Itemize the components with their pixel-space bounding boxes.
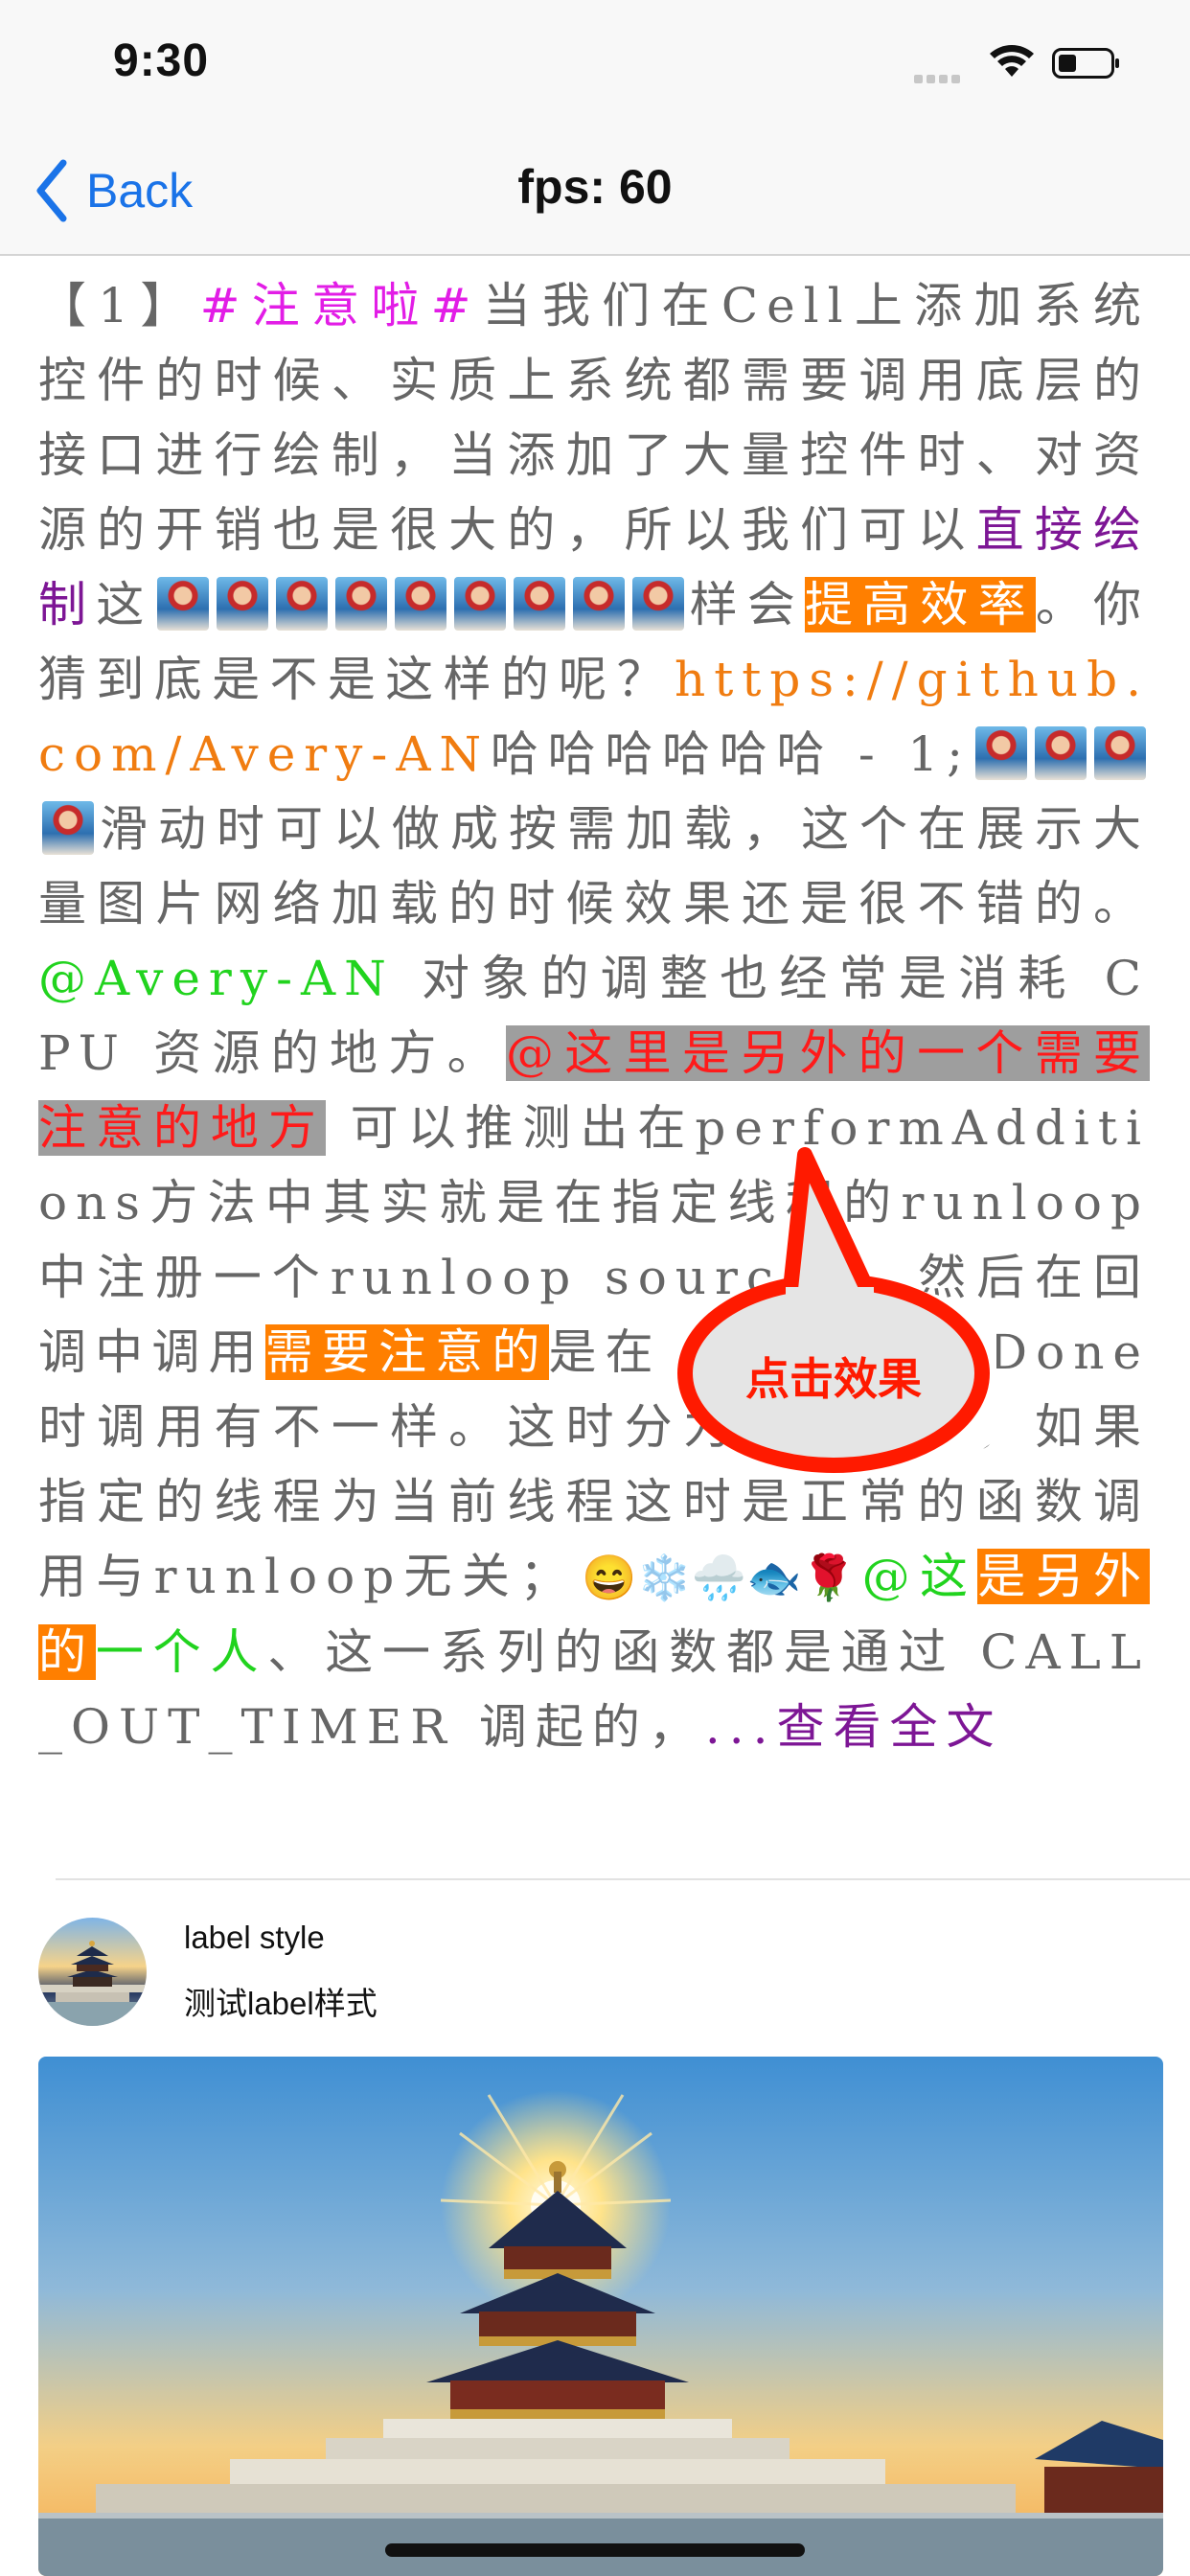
text-segment: 【1】 — [38, 278, 200, 334]
mention-link[interactable]: @这 — [862, 1549, 978, 1604]
custom-emoji-icon — [395, 577, 447, 631]
custom-emoji-icon — [157, 577, 210, 631]
status-bar: 9:30 — [0, 0, 1190, 134]
text-segment: 滑动时可以做成按需加载，这个在展示大量图片网络加载的时候效果还是很不错的。 — [38, 801, 1150, 932]
speech-bubble-icon — [677, 1147, 996, 1479]
mention-link[interactable]: @Avery-AN — [38, 951, 395, 1006]
text-segment: 哈哈哈哈哈哈 - 1; — [490, 726, 972, 782]
custom-emoji-icon — [217, 577, 269, 631]
custom-emoji-icon — [1094, 726, 1146, 780]
temple-photo[interactable] — [38, 2057, 1163, 2576]
custom-emoji-icon — [632, 577, 685, 631]
text-segment: 样会 — [688, 577, 806, 632]
topic-link[interactable]: #注意啦# — [200, 278, 480, 334]
mention-link[interactable]: 一个人 — [96, 1624, 268, 1680]
highlight-tag[interactable]: 需要注意的 — [264, 1324, 549, 1380]
avatar[interactable] — [38, 1918, 147, 2026]
nav-title: fps: 60 — [517, 160, 673, 214]
emoji-sequence: 😄❄️🌧️🐟🌹 — [582, 1552, 857, 1603]
temple-thumbnail-icon — [38, 1941, 147, 2026]
rich-text-label[interactable]: 【1】#注意啦#当我们在Cell上添加系统控件的时候、实质上系统都需要调用底层的… — [38, 268, 1150, 1859]
custom-emoji-icon — [514, 577, 566, 631]
custom-emoji-icon — [573, 577, 626, 631]
navigation-bar: Back fps: 60 — [0, 134, 1190, 256]
battery-icon — [1052, 48, 1119, 79]
custom-emoji-icon — [454, 577, 507, 631]
custom-emoji-icon — [276, 577, 329, 631]
wifi-icon — [990, 45, 1034, 77]
text-segment: 这 — [96, 577, 154, 632]
profile-name: label style — [184, 1920, 325, 1955]
cellular-signal-icon — [914, 69, 964, 87]
highlight-tag[interactable]: 提高效率 — [805, 577, 1036, 632]
temple-of-heaven-image — [38, 2057, 1163, 2576]
custom-emoji-icon — [975, 726, 1027, 780]
profile-subtitle: 测试label样式 — [184, 1986, 378, 2021]
custom-emoji-icon — [335, 577, 388, 631]
home-indicator — [385, 2543, 805, 2557]
status-time: 9:30 — [113, 35, 210, 86]
custom-emoji-icon — [42, 801, 94, 855]
divider — [56, 1878, 1190, 1880]
callout-label: 点击效果 — [745, 1353, 922, 1405]
custom-emoji-icon — [1035, 726, 1087, 780]
tap-effect-callout: 点击效果 — [671, 1145, 996, 1481]
see-all-link[interactable]: ...查看全文 — [705, 1699, 1003, 1755]
